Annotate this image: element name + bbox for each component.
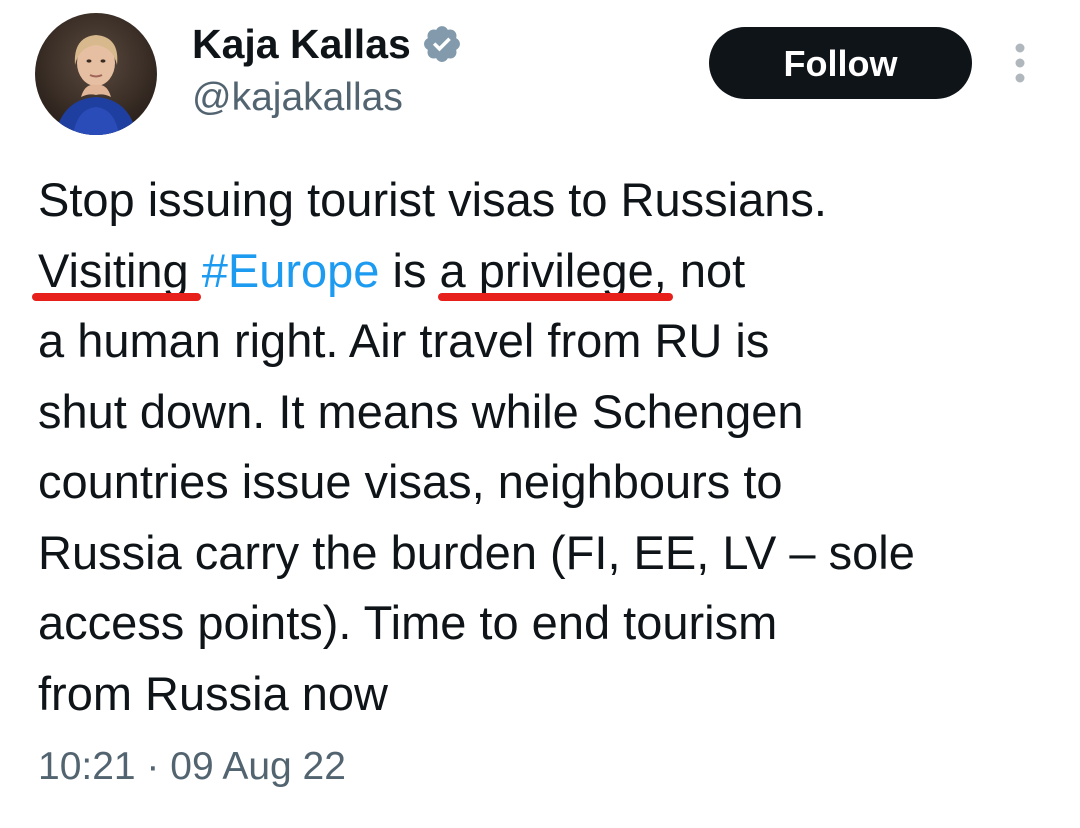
tweet-text-segment: is [379, 243, 440, 297]
tweet-line: Russia carry the burden (FI, EE, LV – so… [38, 525, 915, 579]
tweet-line: a human right. Air travel from RU is [38, 314, 770, 367]
tweet-card: Kaja Kallas @kajakallas Follow Stop issu… [0, 0, 1080, 828]
tweet-line: shut down. It means while Schengen [38, 384, 804, 438]
verified-badge-icon [421, 23, 463, 65]
red-underline-annotation [32, 292, 201, 301]
avatar[interactable] [35, 13, 157, 135]
tweet-line: from Russia now [38, 666, 388, 720]
author-name-text[interactable]: Kaja Kallas [192, 20, 411, 68]
avatar-photo [35, 13, 157, 135]
tweet-text-segment: a privilege, [439, 243, 667, 297]
follow-button[interactable]: Follow [709, 27, 972, 99]
tweet-line: Stop issuing tourist visas to Russians. [38, 173, 827, 226]
tweet-text: Stop issuing tourist visas to Russians. … [38, 165, 1048, 729]
red-underline-annotation [437, 292, 673, 301]
tweet-text-segment [189, 244, 202, 297]
author-name[interactable]: Kaja Kallas [192, 20, 463, 68]
tweet-text-segment: not [666, 243, 746, 297]
author-handle[interactable]: @kajakallas [192, 75, 403, 121]
more-vertical-icon[interactable] [1005, 40, 1035, 88]
hashtag-link[interactable]: #Europe [202, 244, 380, 297]
tweet-line: countries issue visas, neighbours to [38, 455, 783, 508]
tweet-timestamp[interactable]: 10:21 · 09 Aug 22 [38, 742, 346, 792]
tweet-text-segment: Visiting [38, 243, 189, 297]
tweet-line: access points). Time to end tourism [38, 596, 778, 649]
